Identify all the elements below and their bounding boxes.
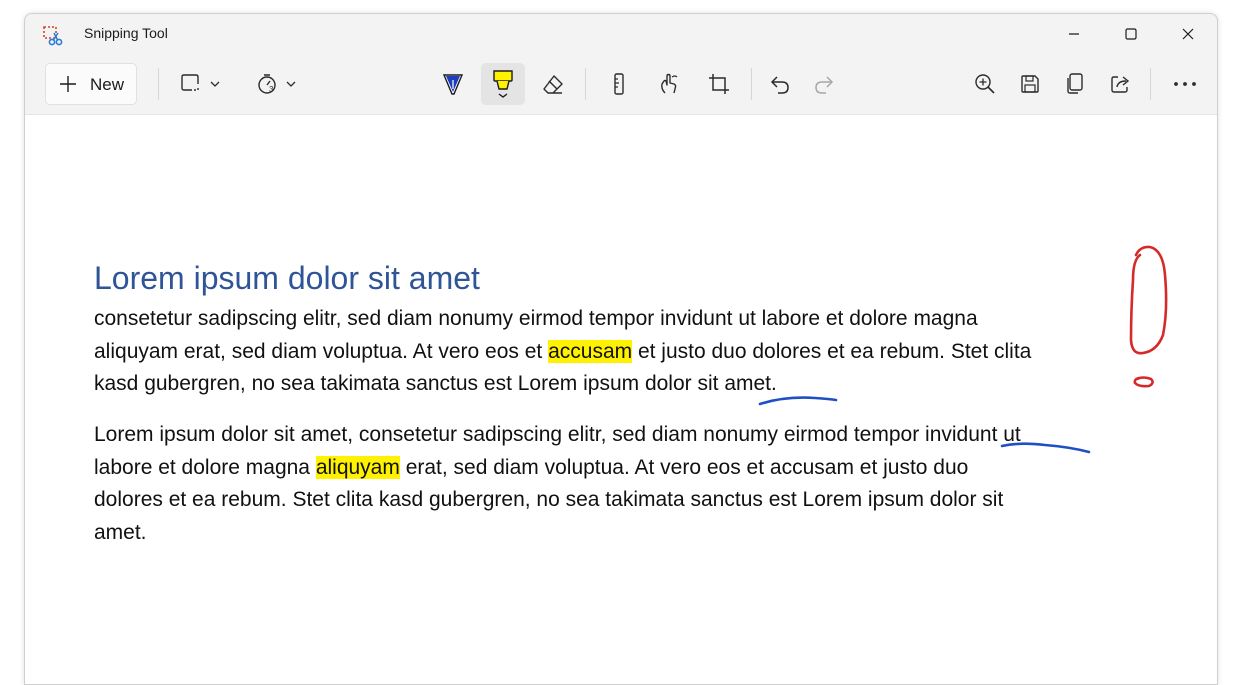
- redo-icon: [815, 76, 834, 94]
- eraser-icon: [543, 75, 563, 94]
- new-button-label: New: [90, 75, 125, 94]
- text-run: et justo duo dolores et ea rebum. Stet c…: [632, 339, 1032, 363]
- minimize-icon: [1069, 33, 1079, 35]
- snipping-tool-logo-icon: [42, 25, 64, 47]
- eraser-button[interactable]: [533, 63, 573, 105]
- paragraph-1: consetetur sadipscing elitr, sed diam no…: [94, 303, 1154, 401]
- redo-button[interactable]: [805, 63, 843, 105]
- more-options-button[interactable]: [1165, 63, 1205, 105]
- highlighted-text: aliquyam: [315, 455, 400, 479]
- svg-text:3: 3: [269, 85, 274, 94]
- snip-mode-dropdown[interactable]: [171, 63, 229, 105]
- copy-button[interactable]: [1055, 63, 1095, 105]
- zoom-in-icon: [975, 74, 995, 94]
- touch-writing-icon: [661, 73, 678, 94]
- paragraph-line: consetetur sadipscing elitr, sed diam no…: [94, 307, 978, 330]
- chevron-down-icon: [210, 81, 220, 87]
- paragraph-line: amet.: [94, 520, 147, 544]
- document-heading: Lorem ipsum dolor sit amet: [94, 260, 480, 296]
- toolbar-divider: [1150, 68, 1151, 100]
- delay-timer-dropdown[interactable]: 3: [247, 63, 305, 105]
- undo-icon: [770, 76, 789, 94]
- plus-icon: [60, 76, 76, 92]
- save-icon: [1021, 75, 1039, 93]
- ruler-button[interactable]: [599, 63, 639, 105]
- ruler-icon: [614, 73, 624, 95]
- text-run: labore et dolore magna: [94, 455, 316, 479]
- minimize-button[interactable]: [1051, 14, 1097, 54]
- copy-icon: [1067, 73, 1083, 94]
- highlighted-text: accusam: [548, 339, 633, 363]
- snipping-tool-window: Snipping Tool New 3 Lorem ipsum dolor si…: [24, 13, 1218, 685]
- share-icon: [1111, 76, 1130, 93]
- toolbar-divider: [585, 68, 586, 100]
- text-run: aliquyam erat, sed diam voluptua. At ver…: [94, 339, 549, 363]
- paragraph-2: Lorem ipsum dolor sit amet, consetetur s…: [94, 419, 1154, 549]
- close-button[interactable]: [1165, 14, 1211, 54]
- toolbar: New 3: [25, 56, 1217, 114]
- touch-writing-button[interactable]: [649, 63, 689, 105]
- title-bar: Snipping Tool: [25, 14, 1217, 56]
- chevron-down-icon: [286, 81, 296, 87]
- paragraph-line: kasd gubergren, no sea takimata sanctus …: [94, 372, 777, 395]
- highlighter-icon: [493, 70, 513, 98]
- crop-icon: [709, 74, 729, 94]
- maximize-icon: [1125, 28, 1137, 40]
- save-button[interactable]: [1010, 63, 1050, 105]
- paragraph-line: aliquyam erat, sed diam voluptua. At ver…: [94, 336, 1154, 369]
- ballpoint-pen-button[interactable]: [433, 63, 473, 105]
- window-title: Snipping Tool: [84, 25, 168, 41]
- more-icon: [1174, 82, 1196, 86]
- zoom-button[interactable]: [965, 63, 1005, 105]
- new-snip-button[interactable]: New: [45, 63, 137, 105]
- toolbar-divider: [751, 68, 752, 100]
- text-run: erat, sed diam voluptua. At vero eos et …: [399, 455, 969, 479]
- paragraph-line: labore et dolore magna aliquyam erat, se…: [94, 452, 1154, 485]
- rectangle-snip-icon: [181, 74, 199, 91]
- highlighter-button[interactable]: [481, 63, 525, 105]
- crop-button[interactable]: [699, 63, 739, 105]
- paragraph-line: dolores et ea rebum. Stet clita kasd gub…: [94, 488, 1004, 511]
- undo-button[interactable]: [761, 63, 799, 105]
- timer-icon: 3: [258, 74, 276, 94]
- snip-canvas[interactable]: Lorem ipsum dolor sit amet consetetur sa…: [25, 114, 1217, 684]
- share-button[interactable]: [1100, 63, 1140, 105]
- paragraph-line: Lorem ipsum dolor sit amet, consetetur s…: [94, 423, 1021, 446]
- ballpoint-pen-icon: [442, 74, 464, 95]
- close-icon: [1182, 28, 1194, 40]
- toolbar-divider: [158, 68, 159, 100]
- maximize-button[interactable]: [1108, 14, 1154, 54]
